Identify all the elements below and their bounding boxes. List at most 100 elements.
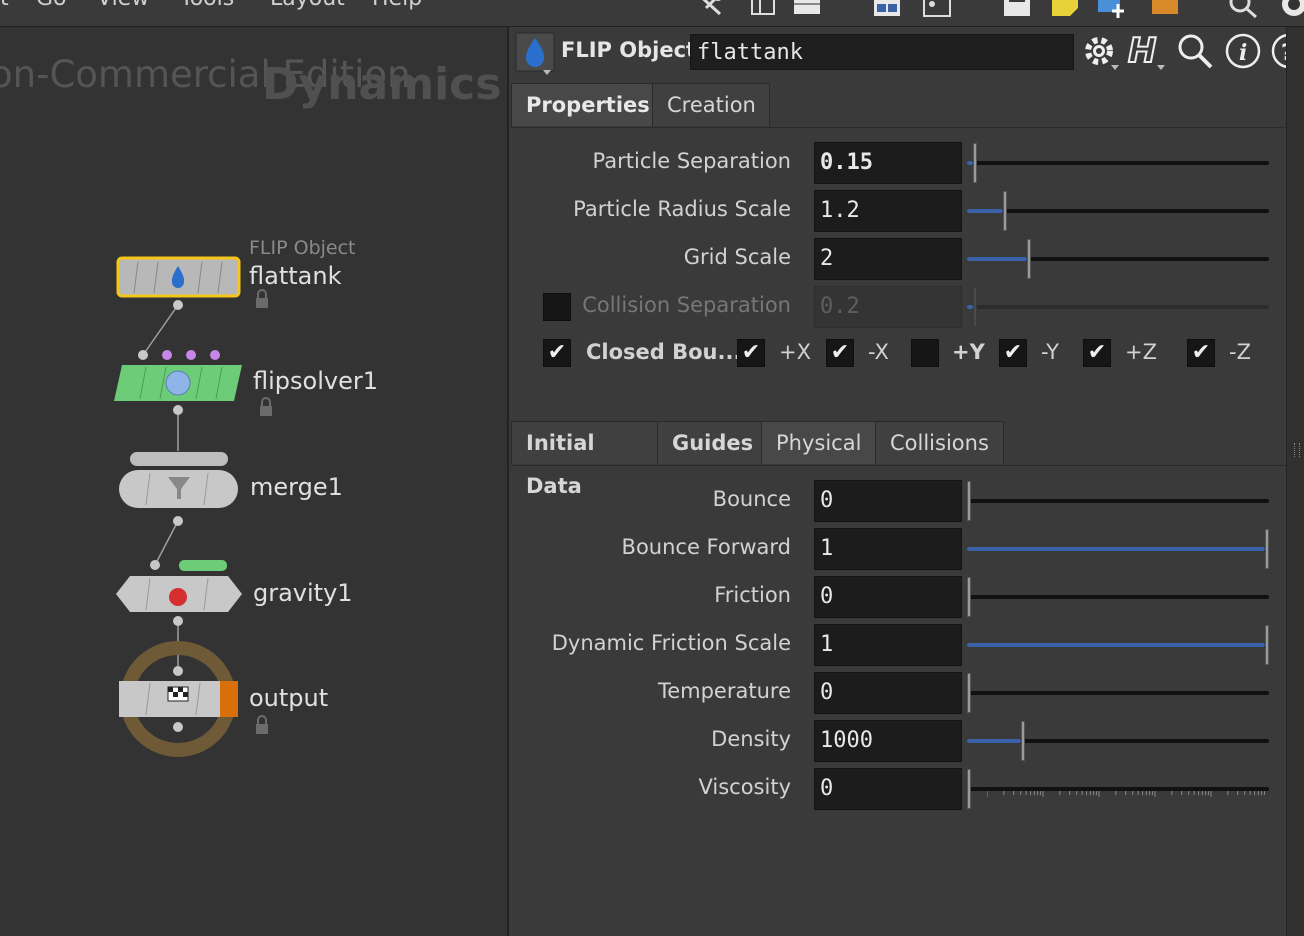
output-connector xyxy=(173,722,183,732)
wire xyxy=(142,304,179,356)
closed-px-checkbox[interactable]: ✔ xyxy=(737,339,765,367)
grid-scale-field[interactable]: 2 xyxy=(814,238,962,280)
bounce-field[interactable]: 0 xyxy=(814,480,962,522)
param-row-particle-radius-scale: Particle Radius Scale 1.2 xyxy=(509,189,1287,233)
viscosity-field[interactable]: 0 xyxy=(814,768,962,810)
closed-pz-checkbox[interactable]: ✔ xyxy=(1083,339,1111,367)
desktop-icon[interactable] xyxy=(922,0,952,18)
layout-icon[interactable] xyxy=(748,0,778,18)
splitter-grip[interactable] xyxy=(1294,443,1300,457)
tab-initial-data[interactable]: Initial Data xyxy=(511,421,658,498)
save-icon[interactable] xyxy=(1002,0,1032,18)
node-flipsolver1[interactable] xyxy=(114,350,272,416)
node-label-gravity1[interactable]: gravity1 xyxy=(253,579,353,607)
param-label: Friction xyxy=(714,583,791,607)
param-row-particle-separation: Particle Separation 0.15 xyxy=(509,141,1287,185)
param-label: Particle Separation xyxy=(592,149,791,173)
menu-item-edit[interactable]: t xyxy=(0,0,9,11)
node-output[interactable] xyxy=(119,641,268,757)
flip-object-icon[interactable] xyxy=(515,32,555,76)
top-tabbar: Properties Creation xyxy=(511,83,1287,128)
tab-properties[interactable]: Properties xyxy=(511,83,653,126)
menu-item-help[interactable]: Help xyxy=(372,0,422,11)
friction-field[interactable]: 0 xyxy=(814,576,962,618)
axis-label: +Y xyxy=(952,340,985,364)
node-type-title: FLIP Object xyxy=(561,38,697,62)
image-add-icon[interactable] xyxy=(1096,0,1126,18)
param-row-bounce-forward: Bounce Forward 1 xyxy=(509,527,1287,571)
node-name-field[interactable]: flattank xyxy=(690,34,1074,70)
node-flattank[interactable] xyxy=(116,256,268,310)
param-row-viscosity: Viscosity 0 xyxy=(509,767,1287,811)
info-icon[interactable]: i xyxy=(1223,31,1263,71)
houdini-help-icon[interactable]: H xyxy=(1125,31,1165,71)
tab-collisions[interactable]: Collisions xyxy=(875,421,1004,464)
menu-item-layout[interactable]: Layout xyxy=(270,0,345,11)
param-row-dynamic-friction-scale: Dynamic Friction Scale 1 xyxy=(509,623,1287,667)
particle-radius-scale-slider[interactable] xyxy=(967,191,1269,231)
closed-boundaries-label: Closed Bou... xyxy=(586,340,742,364)
node-label-flattank[interactable]: flattank xyxy=(249,262,341,290)
parameter-editor: FLIP Object flattank H i ? Properties Cr… xyxy=(507,27,1304,936)
tab-creation[interactable]: Creation xyxy=(652,83,770,126)
collision-separation-toggle[interactable] xyxy=(543,293,571,321)
dynamic-friction-scale-field[interactable]: 1 xyxy=(814,624,962,666)
tab-physical[interactable]: Physical xyxy=(761,421,876,464)
search-icon[interactable] xyxy=(1228,0,1258,18)
apple-icon xyxy=(169,588,187,606)
node-gravity1[interactable] xyxy=(116,560,242,626)
param-label: Density xyxy=(711,727,791,751)
closed-py-checkbox[interactable] xyxy=(911,339,939,367)
input-connector xyxy=(210,350,220,360)
node-label-merge1[interactable]: merge1 xyxy=(250,473,343,501)
input-connector xyxy=(162,350,172,360)
gear-icon[interactable] xyxy=(1079,31,1119,71)
pane-splitter[interactable] xyxy=(1286,27,1304,936)
bounce-forward-slider[interactable] xyxy=(967,529,1269,569)
closed-nx-checkbox[interactable]: ✔ xyxy=(826,339,854,367)
density-slider[interactable] xyxy=(967,721,1269,761)
bounce-slider[interactable] xyxy=(967,481,1269,521)
axis-label: +X xyxy=(779,340,811,364)
panel-icon[interactable] xyxy=(792,0,822,18)
output-connector xyxy=(173,300,183,310)
grid-scale-slider[interactable] xyxy=(967,239,1269,279)
tools-icon[interactable] xyxy=(694,0,724,18)
menu-item-go[interactable]: Go xyxy=(36,0,67,11)
menu-item-view[interactable]: View xyxy=(97,0,149,11)
temperature-slider[interactable] xyxy=(967,673,1269,713)
network-editor[interactable]: on-Commercial Edition Dynamics FLIP Obje… xyxy=(0,27,505,936)
menu-item-tools[interactable]: Tools xyxy=(180,0,234,11)
param-row-temperature: Temperature 0 xyxy=(509,671,1287,715)
input-connector xyxy=(138,350,148,360)
axis-label: -X xyxy=(868,340,889,364)
note-icon[interactable] xyxy=(1050,0,1080,18)
grid-icon[interactable] xyxy=(872,0,902,18)
box-icon[interactable] xyxy=(1150,0,1180,18)
density-field[interactable]: 1000 xyxy=(814,720,962,762)
closed-boundaries-checkbox[interactable]: ✔ xyxy=(543,339,571,367)
node-label-output[interactable]: output xyxy=(249,684,328,712)
solver-icon xyxy=(165,370,191,396)
param-label: Bounce xyxy=(712,487,791,511)
node-merge1[interactable] xyxy=(119,452,238,526)
param-label: Collision Separation xyxy=(582,293,791,317)
dynamic-friction-scale-slider[interactable] xyxy=(967,625,1269,665)
search-params-icon[interactable] xyxy=(1175,31,1215,71)
param-row-closed-boundaries: ✔ Closed Bou... ✔ +X ✔ -X +Y ✔ -Y ✔ +Z ✔… xyxy=(509,331,1287,375)
particle-separation-field[interactable]: 0.15 xyxy=(814,142,962,184)
closed-ny-checkbox[interactable]: ✔ xyxy=(999,339,1027,367)
record-icon[interactable] xyxy=(1276,0,1304,18)
menu-bar: t Go View Tools Layout Help xyxy=(0,0,1304,27)
param-label: Bounce Forward xyxy=(621,535,791,559)
tab-guides[interactable]: Guides xyxy=(657,421,762,464)
particle-radius-scale-field[interactable]: 1.2 xyxy=(814,190,962,232)
bounce-forward-field[interactable]: 1 xyxy=(814,528,962,570)
node-label-flipsolver1[interactable]: flipsolver1 xyxy=(253,367,378,395)
particle-separation-slider[interactable] xyxy=(967,143,1269,183)
lock-icon xyxy=(256,298,268,308)
closed-nz-checkbox[interactable]: ✔ xyxy=(1187,339,1215,367)
temperature-field[interactable]: 0 xyxy=(814,672,962,714)
friction-slider[interactable] xyxy=(967,577,1269,617)
param-label: Particle Radius Scale xyxy=(573,197,791,221)
